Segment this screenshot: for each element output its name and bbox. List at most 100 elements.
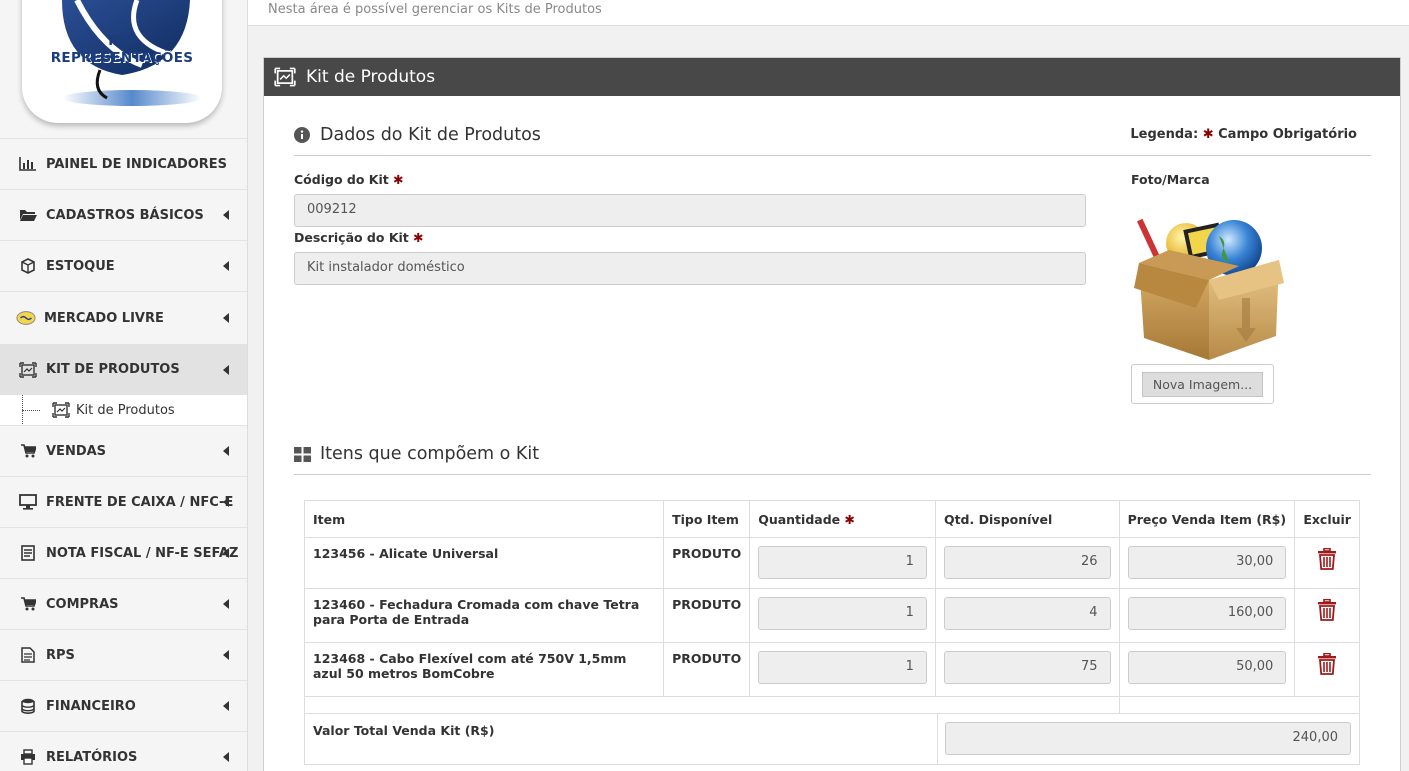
- caret-left-icon: [223, 210, 229, 220]
- file-icon: [18, 647, 38, 663]
- sidebar-item-label: KIT DE PRODUTOS: [46, 362, 180, 377]
- printer-icon: [18, 749, 38, 765]
- caret-left-icon: [223, 446, 229, 456]
- nova-imagem-button[interactable]: Nova Imagem...: [1141, 371, 1264, 397]
- monitor-icon: [18, 494, 38, 510]
- sidebar-item-label: RPS: [46, 647, 75, 663]
- quantidade-input[interactable]: 1: [758, 597, 927, 630]
- grid-icon: [294, 446, 311, 462]
- sidebar-item-label: RELATÓRIOS: [46, 749, 138, 765]
- preco-field[interactable]: 30,00: [1127, 546, 1287, 579]
- descricao-kit-label: Descrição do Kit ✱: [294, 230, 424, 245]
- tipo-cell: PRODUTO: [663, 588, 751, 643]
- sidebar-item-vendas[interactable]: VENDAS: [0, 425, 247, 476]
- sidebar-item-financeiro[interactable]: FINANCEIRO: [0, 680, 247, 731]
- sidebar-item-cadastros-basicos[interactable]: CADASTROS BÁSICOS: [0, 189, 247, 240]
- quantidade-input[interactable]: 1: [758, 651, 927, 684]
- kit-icon: [18, 361, 38, 378]
- descricao-kit-field[interactable]: Kit instalador doméstico: [294, 252, 1086, 285]
- sidebar-item-label: PAINEL DE INDICADORES: [46, 156, 228, 172]
- trash-icon[interactable]: [1303, 546, 1351, 570]
- sidebar-item-estoque[interactable]: ESTOQUE: [0, 240, 247, 291]
- cube-icon: [18, 258, 38, 274]
- table-spacer-row: [304, 696, 1361, 714]
- sidebar-item-label: ESTOQUE: [46, 258, 115, 274]
- sidebar-item-kit-produtos[interactable]: KIT DE PRODUTOS: [0, 344, 247, 394]
- caret-left-icon: [223, 364, 229, 375]
- total-row: Valor Total Venda Kit (R$) 240,00: [304, 713, 1360, 765]
- database-icon: [18, 698, 38, 714]
- sidebar-item-label: COMPRAS: [46, 596, 119, 612]
- item-cell: 123460 - Fechadura Cromada com chave Tet…: [303, 588, 665, 643]
- column-header-tipo: Tipo Item: [663, 500, 751, 538]
- codigo-kit-label: Código do Kit ✱: [294, 172, 404, 187]
- sidebar-item-compras[interactable]: COMPRAS: [0, 578, 247, 629]
- sidebar-item-rps[interactable]: RPS: [0, 629, 247, 680]
- item-cell: 123456 - Alicate Universal: [303, 537, 665, 589]
- column-header-item: Item: [303, 500, 665, 538]
- column-header-quantidade: Quantidade ✱: [749, 500, 936, 538]
- preco-field[interactable]: 50,00: [1127, 651, 1287, 684]
- disponivel-field: 26: [943, 546, 1111, 579]
- folder-open-icon: [18, 207, 38, 223]
- handshake-icon: [16, 310, 36, 326]
- sidebar-item-label: FRENTE DE CAIXA / NFC-E: [46, 494, 234, 510]
- sidebar-item-label: NOTA FISCAL / NF-E SEFAZ: [46, 545, 239, 561]
- caret-left-icon: [223, 701, 229, 711]
- preco-field[interactable]: 160,00: [1127, 597, 1287, 630]
- trash-icon[interactable]: [1303, 651, 1351, 675]
- sidebar-item-mercado-livre[interactable]: MERCADO LIVRE: [0, 291, 247, 344]
- table-row: 123468 - Cabo Flexível com até 750V 1,5m…: [303, 642, 1360, 697]
- column-header-disponivel: Qtd. Disponível: [934, 500, 1120, 538]
- sidebar-item-nota-fiscal[interactable]: NOTA FISCAL / NF-E SEFAZ: [0, 527, 247, 578]
- sidebar-menu: PAINEL DE INDICADORES CADASTROS BÁSICOS …: [0, 138, 247, 771]
- legend: Legenda: ✱ Campo Obrigatório: [1130, 127, 1357, 142]
- sidebar-item-frente-caixa[interactable]: FRENTE DE CAIXA / NFC-E: [0, 476, 247, 527]
- page-subtitle: Nesta área é possível gerenciar os Kits …: [268, 2, 602, 17]
- kit-icon: [52, 402, 70, 418]
- required-asterisk-icon: ✱: [844, 511, 855, 527]
- sidebar-item-painel-indicadores[interactable]: PAINEL DE INDICADORES: [0, 138, 247, 189]
- sidebar-item-label: MERCADO LIVRE: [44, 310, 164, 326]
- section-itens-kit-title: Itens que compõem o Kit: [294, 444, 539, 464]
- caret-left-icon: [223, 313, 229, 323]
- tipo-cell: PRODUTO: [663, 642, 751, 697]
- required-asterisk-icon: ✱: [1202, 127, 1214, 142]
- submenu-item-kit-produtos[interactable]: Kit de Produtos: [0, 394, 247, 426]
- disponivel-field: 4: [943, 597, 1111, 630]
- document-icon: [18, 545, 38, 561]
- foto-marca-label: Foto/Marca: [1131, 172, 1210, 187]
- sidebar-item-relatorios[interactable]: RELATÓRIOS: [0, 731, 247, 771]
- section-dados-kit-title: Dados do Kit de Produtos: [294, 125, 541, 145]
- panel-header: Kit de Produtos: [264, 58, 1400, 96]
- company-logo[interactable]: RIO REPRESENTAÇÕES: [22, 0, 222, 123]
- caret-left-icon: [223, 752, 229, 762]
- kit-items-table: Item Tipo Item Quantidade ✱ Qtd. Disponí…: [303, 500, 1361, 714]
- sidebar: RIO REPRESENTAÇÕES PAINEL DE INDICADORES…: [0, 0, 248, 771]
- caret-left-icon: [223, 548, 229, 558]
- table-header-row: Item Tipo Item Quantidade ✱ Qtd. Disponí…: [303, 500, 1360, 538]
- caret-left-icon: [223, 261, 229, 271]
- codigo-kit-field[interactable]: 009212: [294, 194, 1086, 227]
- kit-product-image: [1134, 218, 1284, 360]
- required-asterisk-icon: ✱: [393, 172, 404, 187]
- image-upload-box: Nova Imagem...: [1131, 364, 1274, 404]
- table-row: 123456 - Alicate Universal PRODUTO 1 26 …: [303, 537, 1360, 589]
- caret-left-icon: [223, 497, 229, 507]
- column-header-excluir: Excluir: [1294, 500, 1360, 538]
- quantidade-input[interactable]: 1: [758, 546, 927, 579]
- trash-icon[interactable]: [1303, 597, 1351, 621]
- sidebar-item-label: VENDAS: [46, 443, 107, 459]
- kit-icon: [274, 67, 296, 87]
- cart-icon: [18, 443, 38, 459]
- table-row: 123460 - Fechadura Cromada com chave Tet…: [303, 588, 1360, 643]
- page-subtitle-bar: Nesta área é possível gerenciar os Kits …: [248, 0, 1409, 26]
- tipo-cell: PRODUTO: [663, 537, 751, 589]
- sidebar-item-label: FINANCEIRO: [46, 698, 136, 714]
- required-asterisk-icon: ✱: [413, 230, 424, 245]
- logo-text-representacoes: REPRESENTAÇÕES: [50, 50, 194, 66]
- column-header-preco: Preço Venda Item (R$): [1118, 500, 1296, 538]
- disponivel-field: 75: [943, 651, 1111, 684]
- sidebar-item-label: CADASTROS BÁSICOS: [46, 207, 204, 223]
- caret-left-icon: [223, 599, 229, 609]
